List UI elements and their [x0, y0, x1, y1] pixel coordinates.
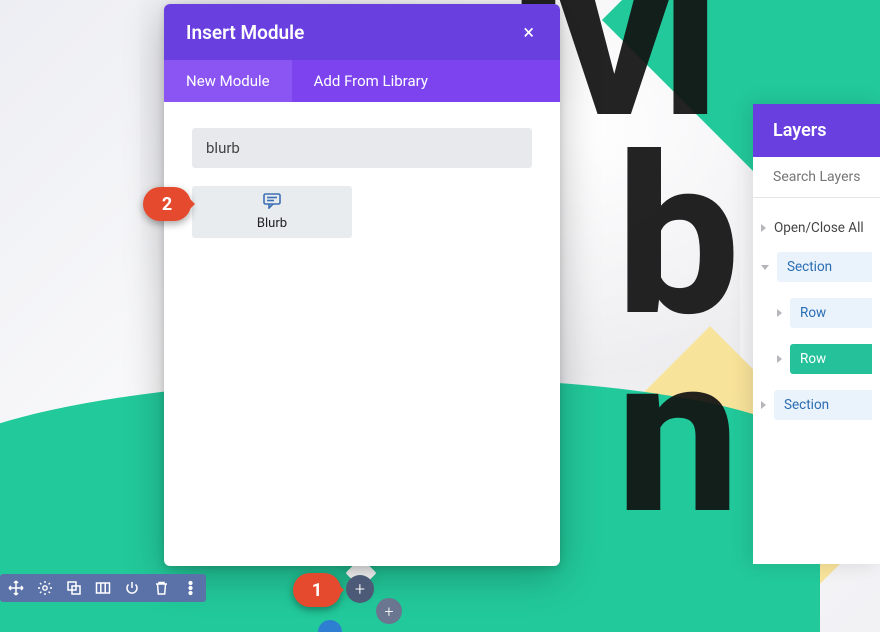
layers-title: Layers [753, 104, 880, 157]
layer-label: Section [774, 390, 872, 420]
duplicate-icon[interactable] [65, 579, 83, 597]
add-module-button[interactable]: + [346, 575, 374, 603]
module-grid: Blurb [192, 186, 532, 238]
module-blurb[interactable]: Blurb [192, 186, 352, 238]
modal-tabs: New Module Add From Library [164, 60, 560, 102]
layer-label: Section [777, 252, 872, 282]
row-toolbar [0, 574, 206, 602]
add-row-button[interactable]: + [376, 598, 402, 624]
module-search-input[interactable] [192, 128, 532, 168]
modal-header: Insert Module × [164, 4, 560, 60]
tab-add-from-library[interactable]: Add From Library [292, 60, 450, 102]
caret-icon [761, 224, 766, 232]
modal-body: Blurb [164, 102, 560, 566]
power-icon[interactable] [123, 579, 141, 597]
caret-down-icon [761, 265, 769, 270]
layer-row-active[interactable]: Row [753, 336, 880, 382]
module-label: Blurb [257, 216, 287, 231]
caret-icon [777, 309, 782, 317]
layers-open-close-all[interactable]: Open/Close All [753, 212, 880, 244]
caret-icon [761, 401, 766, 409]
gear-icon[interactable] [36, 579, 54, 597]
layers-search-input[interactable] [753, 157, 880, 198]
move-icon[interactable] [7, 579, 25, 597]
layer-label: Row [790, 298, 872, 328]
close-icon[interactable]: × [519, 18, 538, 46]
columns-icon[interactable] [94, 579, 112, 597]
layer-section[interactable]: Section [753, 382, 880, 428]
caret-icon [777, 355, 782, 363]
layer-row[interactable]: Row [753, 290, 880, 336]
layers-panel: Layers Open/Close All Section Row Row Se… [753, 104, 880, 564]
blurb-icon [263, 193, 281, 213]
modal-title: Insert Module [186, 21, 304, 44]
tab-new-module[interactable]: New Module [164, 60, 292, 102]
layers-tree: Open/Close All Section Row Row Section [753, 198, 880, 428]
trash-icon[interactable] [152, 579, 170, 597]
more-icon[interactable] [181, 579, 199, 597]
annotation-marker-2: 2 [143, 187, 191, 221]
annotation-marker-1: 1 [293, 573, 341, 607]
layer-label: Row [790, 344, 872, 374]
layer-section[interactable]: Section [753, 244, 880, 290]
insert-module-modal: Insert Module × New Module Add From Libr… [164, 4, 560, 566]
